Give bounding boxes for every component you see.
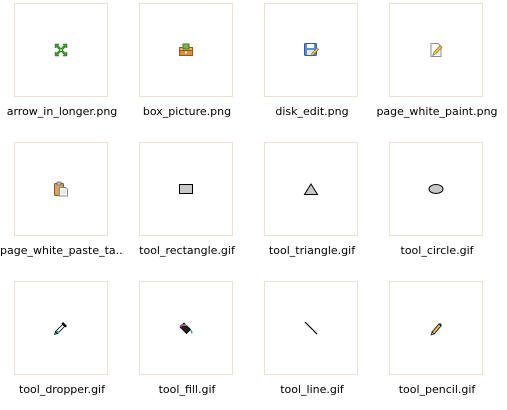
file-thumbnail bbox=[264, 281, 358, 375]
box-picture-icon bbox=[178, 42, 194, 58]
file-item-box-picture[interactable]: box_picture.png bbox=[125, 3, 249, 128]
page-white-paste-icon bbox=[53, 181, 69, 197]
fill-bucket-icon bbox=[178, 320, 194, 336]
rectangle-icon bbox=[178, 181, 194, 197]
file-item-tool-pencil[interactable]: tool_pencil.gif bbox=[375, 281, 499, 406]
line-icon bbox=[303, 320, 319, 336]
file-thumbnail bbox=[14, 142, 108, 236]
file-name: tool_circle.gif bbox=[400, 244, 474, 257]
file-name: page_white_paste_ta... bbox=[0, 244, 124, 257]
file-name: tool_fill.gif bbox=[158, 383, 216, 396]
file-thumbnail bbox=[14, 281, 108, 375]
pencil-icon bbox=[428, 320, 444, 336]
file-item-tool-triangle[interactable]: tool_triangle.gif bbox=[250, 142, 374, 267]
file-thumbnail bbox=[389, 142, 483, 236]
file-name: box_picture.png bbox=[142, 105, 232, 118]
file-name: tool_dropper.gif bbox=[19, 383, 105, 396]
file-thumbnail bbox=[389, 281, 483, 375]
file-name: tool_line.gif bbox=[280, 383, 344, 396]
file-item-tool-fill[interactable]: tool_fill.gif bbox=[125, 281, 249, 406]
arrow-in-icon bbox=[53, 42, 69, 58]
file-thumbnail bbox=[264, 142, 358, 236]
file-name: page_white_paint.png bbox=[376, 105, 498, 118]
page-white-paint-icon bbox=[428, 42, 444, 58]
file-name: disk_edit.png bbox=[275, 105, 349, 118]
file-thumbnail bbox=[139, 142, 233, 236]
triangle-icon bbox=[303, 181, 319, 197]
file-name: arrow_in_longer.png bbox=[6, 105, 118, 118]
file-thumbnail bbox=[139, 281, 233, 375]
file-item-disk-edit[interactable]: disk_edit.png bbox=[250, 3, 374, 128]
file-item-tool-rectangle[interactable]: tool_rectangle.gif bbox=[125, 142, 249, 267]
file-name: tool_triangle.gif bbox=[268, 244, 356, 257]
file-name: tool_pencil.gif bbox=[398, 383, 476, 396]
file-name: tool_rectangle.gif bbox=[139, 244, 235, 257]
file-thumbnail bbox=[14, 3, 108, 97]
file-item-tool-circle[interactable]: tool_circle.gif bbox=[375, 142, 499, 267]
dropper-icon bbox=[53, 320, 69, 336]
file-thumbnail bbox=[264, 3, 358, 97]
file-item-page-white-paste[interactable]: page_white_paste_ta... bbox=[0, 142, 124, 267]
file-item-tool-line[interactable]: tool_line.gif bbox=[250, 281, 374, 406]
circle-icon bbox=[428, 181, 444, 197]
file-thumbnail bbox=[139, 3, 233, 97]
disk-edit-icon bbox=[303, 42, 319, 58]
file-item-tool-dropper[interactable]: tool_dropper.gif bbox=[0, 281, 124, 406]
file-item-page-white-paint[interactable]: page_white_paint.png bbox=[375, 3, 499, 128]
file-thumbnail bbox=[389, 3, 483, 97]
file-item-arrow-in-longer[interactable]: arrow_in_longer.png bbox=[0, 3, 124, 128]
